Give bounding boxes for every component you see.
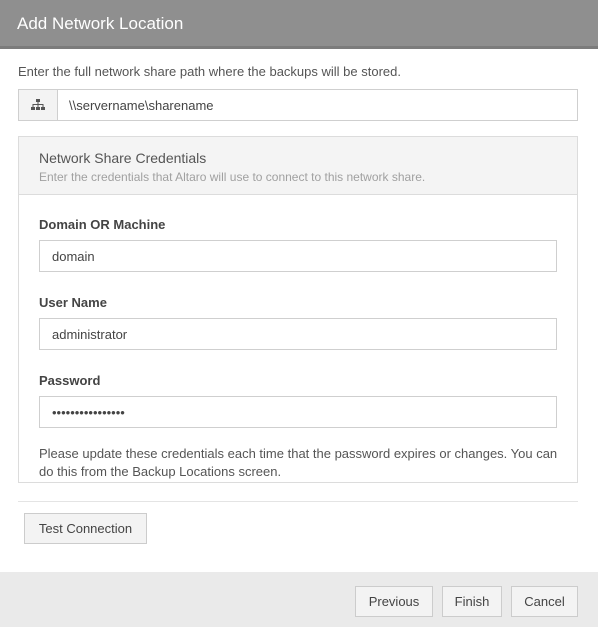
network-path-input[interactable] (58, 90, 577, 120)
credentials-panel-header: Network Share Credentials Enter the cred… (19, 137, 577, 195)
password-input[interactable] (39, 396, 557, 428)
path-instruction: Enter the full network share path where … (18, 64, 401, 79)
previous-button[interactable]: Previous (355, 586, 433, 617)
username-label: User Name (39, 295, 107, 310)
dialog-title-bar: Add Network Location (0, 0, 598, 49)
finish-button[interactable]: Finish (442, 586, 502, 617)
domain-input[interactable] (39, 240, 557, 272)
divider (18, 501, 578, 502)
test-connection-button[interactable]: Test Connection (24, 513, 147, 544)
credentials-title: Network Share Credentials (39, 150, 207, 166)
network-path-field (18, 89, 578, 121)
credentials-note: Please update these credentials each tim… (39, 446, 558, 479)
credentials-panel-body: Domain OR Machine User Name Password Ple… (19, 195, 577, 481)
username-input[interactable] (39, 318, 557, 350)
cancel-button[interactable]: Cancel (511, 586, 578, 617)
domain-label: Domain OR Machine (39, 217, 166, 232)
network-icon (19, 90, 58, 120)
dialog-title: Add Network Location (17, 14, 184, 33)
password-label: Password (39, 373, 101, 388)
dialog-footer: Previous Finish Cancel (0, 572, 598, 627)
credentials-subtitle: Enter the credentials that Altaro will u… (39, 170, 426, 184)
credentials-panel: Network Share Credentials Enter the cred… (18, 136, 578, 483)
